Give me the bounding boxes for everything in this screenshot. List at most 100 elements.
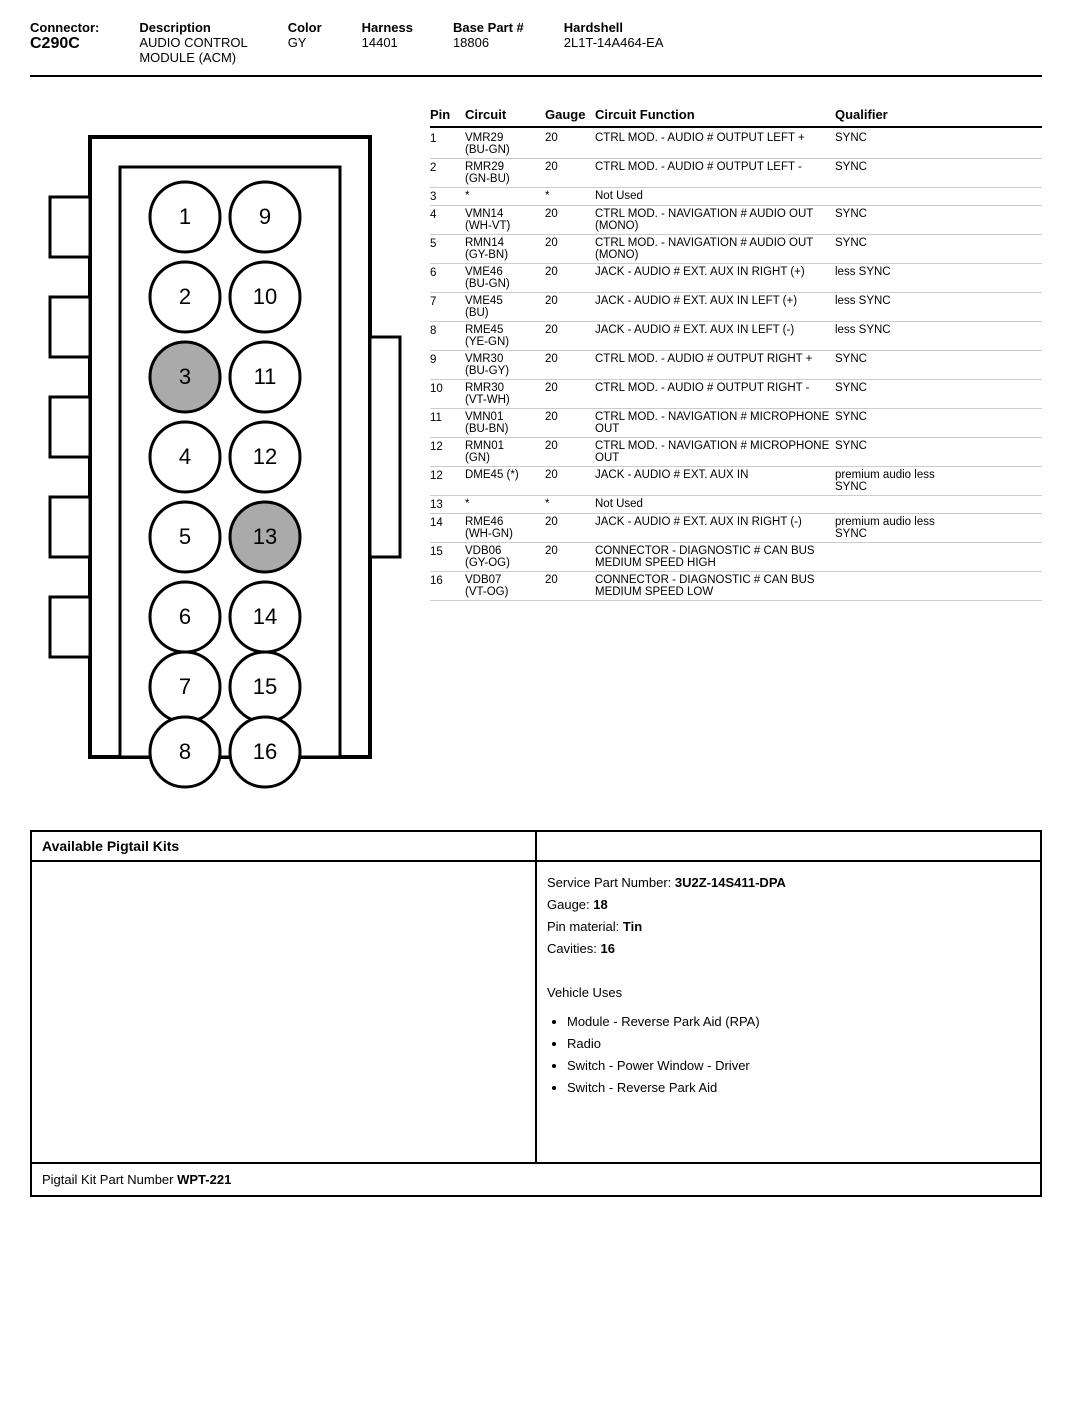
pin-number: 5 <box>430 237 465 250</box>
pin-rows: 1 VMR29(BU-GN) 20 CTRL MOD. - AUDIO # OU… <box>430 130 1042 601</box>
svg-text:10: 10 <box>253 284 277 309</box>
pigtail-body: Service Part Number: 3U2Z-14S411-DPA Gau… <box>32 862 1040 1162</box>
header: Connector: C290C Description AUDIO CONTR… <box>30 20 1042 77</box>
gauge: 20 <box>545 266 595 278</box>
gauge: 20 <box>545 440 595 452</box>
pin-number: 10 <box>430 382 465 395</box>
pin-number: 2 <box>430 161 465 174</box>
harness-block: Harness 14401 <box>362 20 413 65</box>
col-gauge: Gauge <box>545 107 595 122</box>
pin-number: 3 <box>430 190 465 203</box>
func: CTRL MOD. - AUDIO # OUTPUT RIGHT - <box>595 382 835 394</box>
svg-text:11: 11 <box>254 364 277 389</box>
gauge: 20 <box>545 574 595 586</box>
table-row: 8 RME45(YE-GN) 20 JACK - AUDIO # EXT. AU… <box>430 322 1042 351</box>
gauge: 20 <box>545 411 595 423</box>
gauge: * <box>545 498 595 510</box>
harness-label: Harness <box>362 20 413 35</box>
base-part-label: Base Part # <box>453 20 524 35</box>
vehicle-uses-list: Module - Reverse Park Aid (RPA)RadioSwit… <box>567 1011 1030 1099</box>
svg-text:15: 15 <box>253 674 277 699</box>
connector-id: C290C <box>30 35 99 53</box>
pigtail-header-row: Available Pigtail Kits <box>32 832 1040 862</box>
table-row: 4 VMN14(WH-VT) 20 CTRL MOD. - NAVIGATION… <box>430 206 1042 235</box>
pin-number: 4 <box>430 208 465 221</box>
qualifier: premium audio less SYNC <box>835 516 955 540</box>
gauge: 20 <box>545 469 595 481</box>
pin-number: 6 <box>430 266 465 279</box>
service-part-label: Service Part Number: <box>547 875 675 890</box>
page: Connector: C290C Description AUDIO CONTR… <box>0 0 1072 1217</box>
pin-material-value: Tin <box>623 919 642 934</box>
svg-text:8: 8 <box>179 739 191 764</box>
qualifier: SYNC <box>835 411 955 423</box>
qualifier: SYNC <box>835 353 955 365</box>
pin-table-header: Pin Circuit Gauge Circuit Function Quali… <box>430 107 1042 128</box>
vehicle-uses-label: Vehicle Uses <box>547 982 1030 1004</box>
circuit: RMR30(VT-WH) <box>465 382 545 406</box>
service-part-line: Service Part Number: 3U2Z-14S411-DPA <box>547 872 1030 894</box>
qualifier: less SYNC <box>835 266 955 278</box>
gauge: 20 <box>545 295 595 307</box>
cavities-label: Cavities: <box>547 941 600 956</box>
base-part-value: 18806 <box>453 35 524 50</box>
connector-svg: 1 9 2 10 3 11 4 12 5 <box>30 117 410 797</box>
desc-line2: MODULE (ACM) <box>139 50 247 65</box>
cavities-line: Cavities: 16 <box>547 938 1030 960</box>
gauge: 20 <box>545 208 595 220</box>
pin-number: 15 <box>430 545 465 558</box>
table-row: 11 VMN01(BU-BN) 20 CTRL MOD. - NAVIGATIO… <box>430 409 1042 438</box>
func: JACK - AUDIO # EXT. AUX IN <box>595 469 835 481</box>
list-item: Module - Reverse Park Aid (RPA) <box>567 1011 1030 1033</box>
gauge: 20 <box>545 353 595 365</box>
svg-text:6: 6 <box>179 604 191 629</box>
qualifier: SYNC <box>835 161 955 173</box>
table-row: 1 VMR29(BU-GN) 20 CTRL MOD. - AUDIO # OU… <box>430 130 1042 159</box>
gauge: * <box>545 190 595 202</box>
pin-material-label: Pin material: <box>547 919 623 934</box>
qualifier: SYNC <box>835 382 955 394</box>
func: JACK - AUDIO # EXT. AUX IN RIGHT (+) <box>595 266 835 278</box>
func: CONNECTOR - DIAGNOSTIC # CAN BUS MEDIUM … <box>595 545 835 569</box>
func: JACK - AUDIO # EXT. AUX IN RIGHT (-) <box>595 516 835 528</box>
pin-number: 7 <box>430 295 465 308</box>
circuit: RME46(WH-GN) <box>465 516 545 540</box>
pin-table: Pin Circuit Gauge Circuit Function Quali… <box>430 107 1042 800</box>
circuit: RMN01(GN) <box>465 440 545 464</box>
table-row: 3 * * Not Used <box>430 188 1042 206</box>
hardshell-value: 2L1T-14A464-EA <box>564 35 664 50</box>
qualifier: SYNC <box>835 237 955 249</box>
gauge: 20 <box>545 545 595 557</box>
func: CTRL MOD. - AUDIO # OUTPUT LEFT - <box>595 161 835 173</box>
qualifier: less SYNC <box>835 295 955 307</box>
pin-number: 12 <box>430 440 465 453</box>
svg-text:1: 1 <box>179 204 191 229</box>
gauge: 20 <box>545 516 595 528</box>
col-circuit: Circuit <box>465 107 545 122</box>
svg-text:4: 4 <box>179 444 191 469</box>
pigtail-footer: Pigtail Kit Part Number WPT-221 <box>32 1162 1040 1195</box>
pin-number: 12 <box>430 469 465 482</box>
pigtail-section: Available Pigtail Kits Service Part Numb… <box>30 830 1042 1197</box>
pin-number: 14 <box>430 516 465 529</box>
main-content: 1 9 2 10 3 11 4 12 5 <box>30 97 1042 800</box>
circuit: VMN14(WH-VT) <box>465 208 545 232</box>
qualifier: SYNC <box>835 132 955 144</box>
func: CTRL MOD. - AUDIO # OUTPUT RIGHT + <box>595 353 835 365</box>
pin-number: 13 <box>430 498 465 511</box>
connector-diagram: 1 9 2 10 3 11 4 12 5 <box>30 117 410 800</box>
table-row: 10 RMR30(VT-WH) 20 CTRL MOD. - AUDIO # O… <box>430 380 1042 409</box>
func: CTRL MOD. - AUDIO # OUTPUT LEFT + <box>595 132 835 144</box>
connector-block: Connector: C290C <box>30 20 99 65</box>
pin-number: 8 <box>430 324 465 337</box>
table-row: 15 VDB06(GY-OG) 20 CONNECTOR - DIAGNOSTI… <box>430 543 1042 572</box>
svg-text:9: 9 <box>259 204 271 229</box>
svg-text:3: 3 <box>179 364 191 389</box>
hardshell-block: Hardshell 2L1T-14A464-EA <box>564 20 664 65</box>
desc-label: Description <box>139 20 247 35</box>
func: Not Used <box>595 190 835 202</box>
hardshell-label: Hardshell <box>564 20 664 35</box>
circuit: RMR29(GN-BU) <box>465 161 545 185</box>
pigtail-right: Service Part Number: 3U2Z-14S411-DPA Gau… <box>537 862 1040 1162</box>
list-item: Switch - Power Window - Driver <box>567 1055 1030 1077</box>
